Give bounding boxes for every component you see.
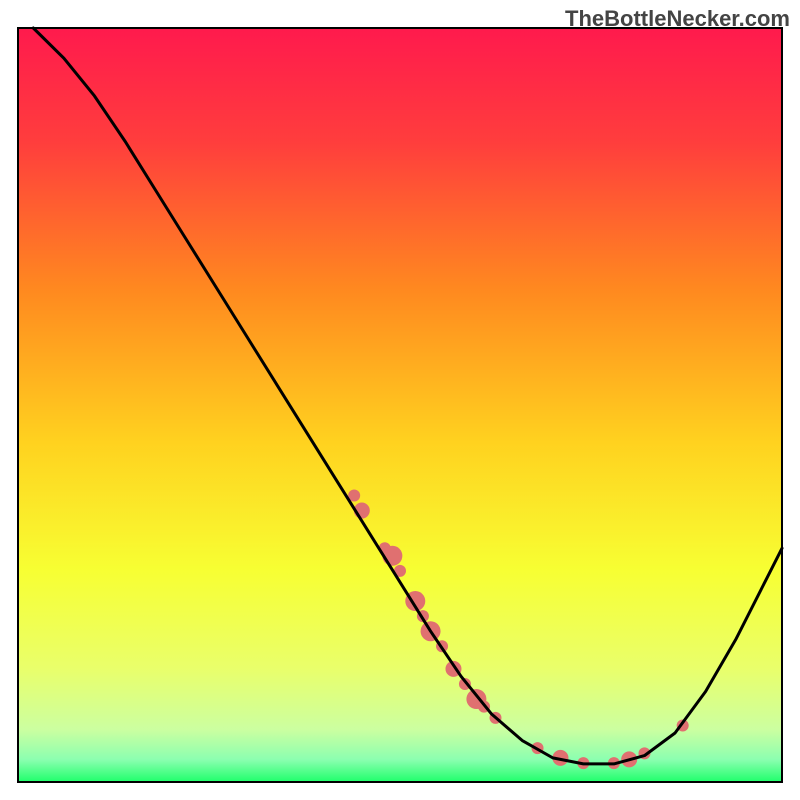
chart-svg [0, 0, 800, 800]
plot-background [18, 28, 782, 782]
chart-container: TheBottleNecker.com [0, 0, 800, 800]
watermark-text: TheBottleNecker.com [565, 6, 790, 32]
chart-marker [382, 546, 402, 566]
